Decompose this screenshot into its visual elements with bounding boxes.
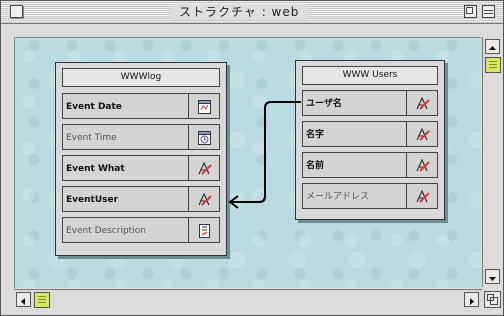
structure-canvas[interactable]: WWWlog Event Date Event Time Event What bbox=[14, 37, 481, 288]
arrow-up-icon bbox=[489, 46, 496, 50]
table-title[interactable]: WWW Users bbox=[302, 66, 438, 85]
field-row-username[interactable]: ユーザ名 bbox=[302, 90, 438, 116]
resize-grow-box[interactable] bbox=[484, 291, 501, 308]
scroll-right-button[interactable] bbox=[464, 292, 479, 307]
clock-icon bbox=[188, 124, 220, 150]
field-name[interactable]: Event What bbox=[62, 155, 189, 181]
field-name[interactable]: 名前 bbox=[302, 152, 407, 178]
field-row-email[interactable]: メールアドレス bbox=[302, 183, 438, 209]
text-field-icon bbox=[188, 155, 220, 181]
field-name[interactable]: Event Description bbox=[62, 217, 189, 243]
table-www-users[interactable]: WWW Users ユーザ名 名字 名前 メールアドレス bbox=[295, 60, 445, 220]
arrow-left-icon bbox=[21, 298, 25, 305]
field-name[interactable]: 名字 bbox=[302, 121, 407, 147]
table-wwwlog[interactable]: WWWlog Event Date Event Time Event What bbox=[55, 62, 227, 256]
field-row-event-user[interactable]: EventUser bbox=[62, 186, 220, 212]
field-name[interactable]: メールアドレス bbox=[302, 183, 407, 209]
window-title: ストラクチャ : web bbox=[171, 4, 308, 20]
field-name[interactable]: Event Date bbox=[62, 93, 189, 119]
field-row-event-what[interactable]: Event What bbox=[62, 155, 220, 181]
text-field-icon bbox=[188, 217, 220, 243]
structure-window: ストラクチャ : web WWWlog Event Date Event Tim… bbox=[0, 0, 504, 316]
text-field-icon bbox=[406, 183, 438, 209]
collapse-box-button[interactable] bbox=[482, 5, 495, 18]
field-row-event-description[interactable]: Event Description bbox=[62, 217, 220, 243]
field-row-last-name[interactable]: 名字 bbox=[302, 121, 438, 147]
calendar-icon bbox=[188, 93, 220, 119]
text-field-icon bbox=[406, 152, 438, 178]
scroll-left-button[interactable] bbox=[16, 292, 31, 307]
title-bar[interactable]: ストラクチャ : web bbox=[1, 1, 503, 24]
field-row-event-time[interactable]: Event Time bbox=[62, 124, 220, 150]
horizontal-scroll-thumb[interactable] bbox=[34, 292, 50, 308]
scroll-down-button[interactable] bbox=[485, 269, 500, 284]
field-row-first-name[interactable]: 名前 bbox=[302, 152, 438, 178]
arrow-right-icon bbox=[470, 298, 474, 305]
arrow-down-icon bbox=[489, 277, 496, 281]
text-field-icon bbox=[188, 186, 220, 212]
text-field-icon bbox=[406, 90, 438, 116]
resize-icon bbox=[487, 294, 498, 305]
horizontal-scrollbar[interactable] bbox=[14, 289, 482, 310]
field-name[interactable]: ユーザ名 bbox=[302, 90, 407, 116]
close-box-button[interactable] bbox=[10, 5, 23, 18]
vertical-scroll-thumb[interactable] bbox=[485, 57, 501, 73]
table-title[interactable]: WWWlog bbox=[62, 68, 220, 87]
text-field-icon bbox=[406, 121, 438, 147]
field-row-event-date[interactable]: Event Date bbox=[62, 93, 220, 119]
scroll-up-button[interactable] bbox=[485, 39, 500, 54]
field-name[interactable]: Event Time bbox=[62, 124, 189, 150]
zoom-box-button[interactable] bbox=[464, 5, 477, 18]
vertical-scrollbar[interactable] bbox=[482, 37, 503, 287]
field-name[interactable]: EventUser bbox=[62, 186, 189, 212]
